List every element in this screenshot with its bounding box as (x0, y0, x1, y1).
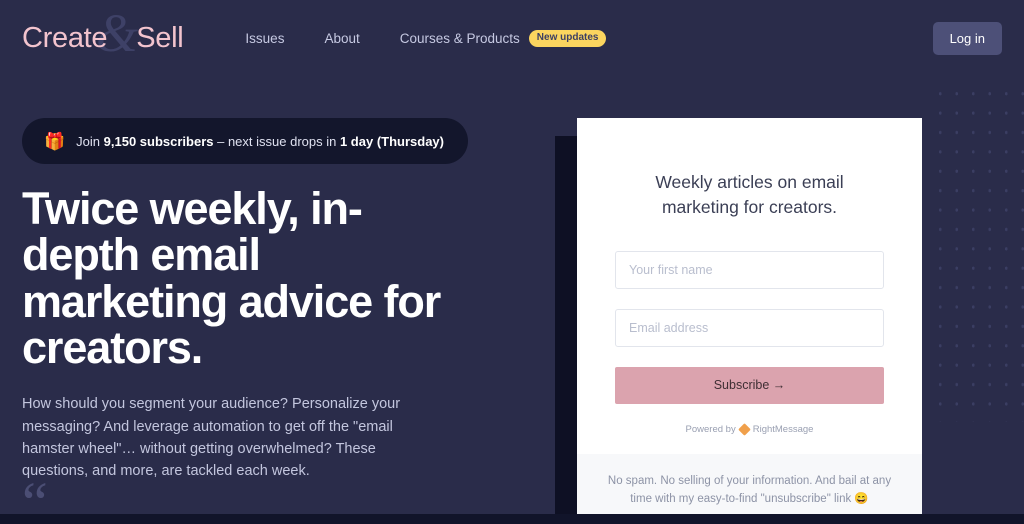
signup-card-body: Weekly articles on email marketing for c… (577, 118, 922, 436)
nav-item-courses-products[interactable]: Courses & Products New updates (400, 29, 607, 47)
powered-by-label: Powered by (685, 423, 736, 435)
first-name-input[interactable] (615, 250, 884, 289)
powered-by-attribution: Powered by RightMessage (615, 422, 884, 436)
page-bottom-strip (0, 514, 1024, 524)
nav-link-issues[interactable]: Issues (245, 31, 284, 46)
hero-subcopy: How should you segment your audience? Pe… (22, 396, 401, 479)
notice-middle: – next issue drops in (213, 133, 340, 149)
signup-card: Weekly articles on email marketing for c… (577, 118, 922, 524)
nav-item-issues[interactable]: Issues (245, 31, 284, 46)
subscriber-notice-pill: 🎁 Join 9,150 subscribers – next issue dr… (22, 118, 468, 164)
next-issue-countdown: 1 day (Thursday) (339, 133, 444, 149)
brand-word-sell: Sell (136, 21, 184, 54)
hero-headline: Twice weekly, in-depth email marketing a… (22, 183, 441, 374)
site-header: Create & Sell Issues About Courses & Pro… (0, 0, 1024, 76)
brand-word-create: Create (22, 21, 108, 54)
subscriber-count: 9,150 subscribers (103, 133, 214, 149)
notice-prefix: Join (76, 133, 104, 149)
nav-link-courses-products[interactable]: Courses & Products (400, 31, 520, 46)
new-updates-badge: New updates (528, 29, 607, 47)
main-navigation: Issues About Courses & Products New upda… (245, 29, 607, 47)
nav-link-about[interactable]: About (324, 31, 359, 46)
nav-item-about[interactable]: About (324, 31, 359, 46)
signup-title: Weekly articles on email marketing for c… (655, 172, 844, 217)
rightmessage-brand-label: RightMessage (752, 423, 814, 435)
hero-left-column: 🎁 Join 9,150 subscribers – next issue dr… (22, 118, 482, 482)
login-button[interactable]: Log in (932, 21, 1002, 55)
subscribe-button[interactable]: Subscribe → (615, 366, 884, 404)
rightmessage-logo-icon (737, 422, 751, 436)
subscriber-notice-text: Join 9,150 subscribers – next issue drop… (76, 134, 444, 149)
gift-icon: 🎁 (44, 131, 66, 151)
brand-logo[interactable]: Create & Sell (22, 6, 184, 60)
dot-grid-decoration (928, 82, 1024, 422)
privacy-note: No spam. No selling of your information.… (607, 475, 892, 505)
email-input[interactable] (615, 308, 884, 347)
